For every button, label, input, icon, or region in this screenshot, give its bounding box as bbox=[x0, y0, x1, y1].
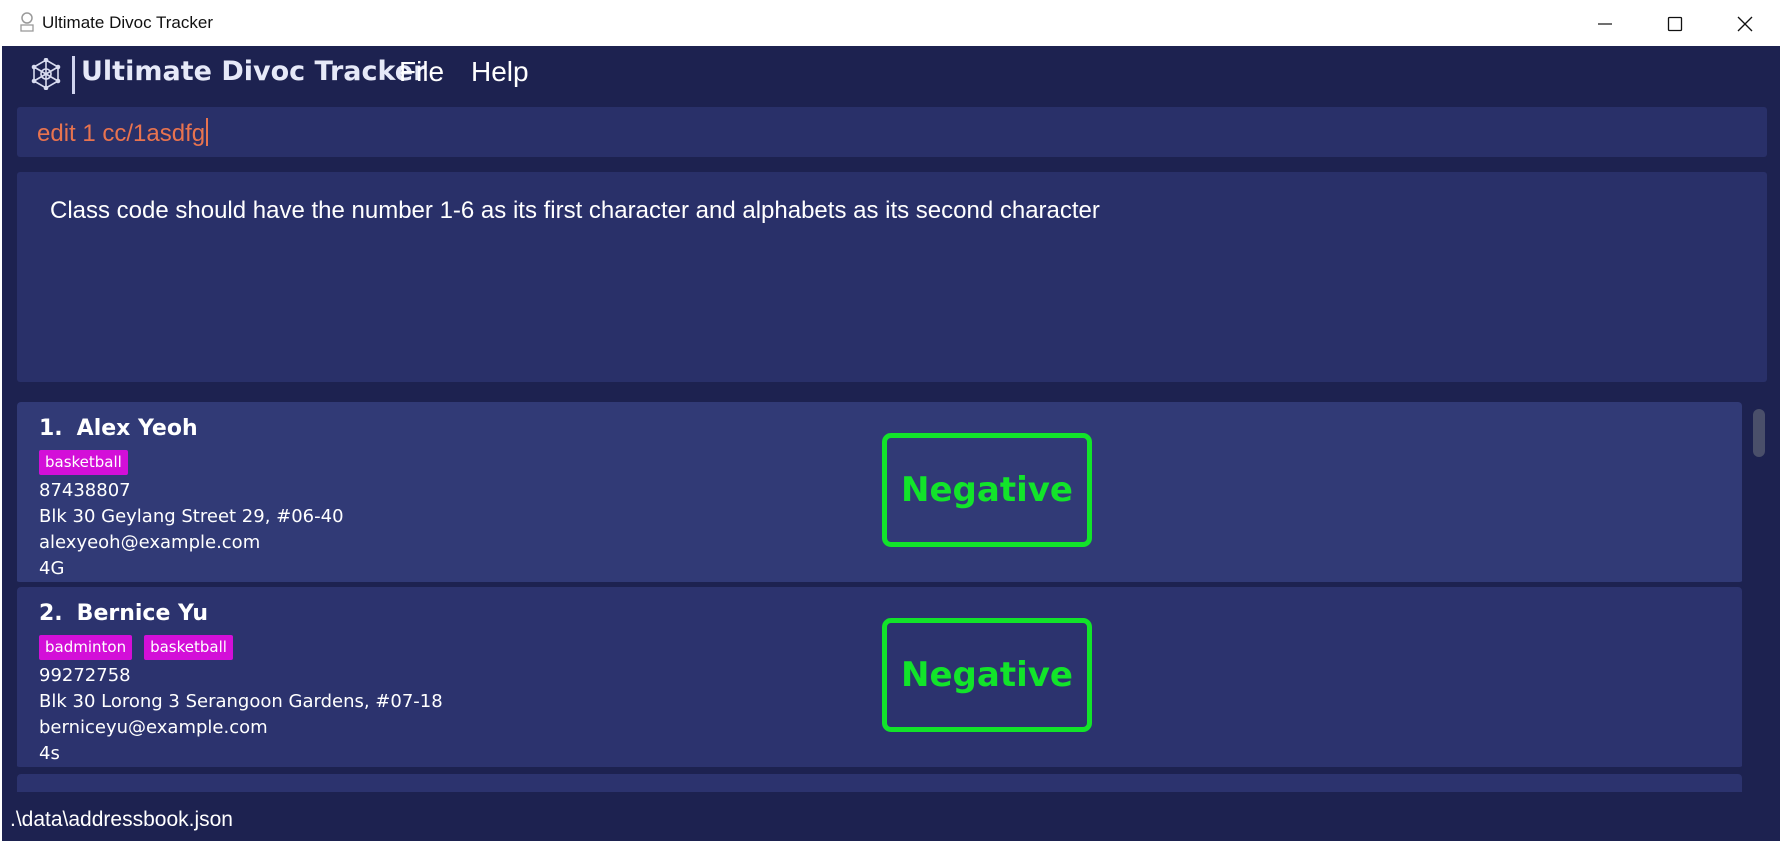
menu-bar: Ultimate Divoc Tracker File Help bbox=[2, 46, 1780, 106]
close-button[interactable] bbox=[1710, 2, 1780, 46]
minimize-icon bbox=[1598, 23, 1612, 25]
app-icon bbox=[17, 11, 37, 33]
covid-status-badge: Negative bbox=[882, 618, 1092, 732]
text-caret bbox=[206, 118, 209, 146]
list-scrollbar-thumb[interactable] bbox=[1753, 409, 1765, 457]
window-title: Ultimate Divoc Tracker bbox=[42, 13, 213, 32]
person-name-row: 1. Alex Yeoh bbox=[39, 416, 198, 441]
person-index: 1. bbox=[39, 416, 63, 441]
menu-file[interactable]: File bbox=[399, 56, 444, 88]
logo-divider bbox=[72, 56, 75, 94]
person-name: Alex Yeoh bbox=[76, 416, 198, 441]
menu-help[interactable]: Help bbox=[471, 56, 529, 88]
person-card[interactable]: 2. Bernice Yu badminton basketball 992727… bbox=[17, 587, 1742, 770]
command-input[interactable]: edit 1 cc/1asdfg bbox=[17, 107, 1767, 157]
save-file-path: .\data\addressbook.json bbox=[10, 808, 233, 831]
tag-list: badminton basketball bbox=[39, 635, 233, 660]
person-address: Blk 30 Lorong 3 Serangoon Gardens, #07-1… bbox=[39, 691, 443, 712]
tag-list: basketball bbox=[39, 450, 128, 475]
tag: badminton bbox=[39, 635, 133, 660]
covid-status-text: Negative bbox=[901, 470, 1073, 510]
app-window: Ultimate Divoc Tracker Ultimate Divoc Tr… bbox=[2, 2, 1780, 841]
person-card-partial[interactable] bbox=[17, 774, 1742, 792]
person-index: 2. bbox=[39, 601, 63, 626]
person-email: alexyeoh@example.com bbox=[39, 532, 261, 553]
person-address: Blk 30 Geylang Street 29, #06-40 bbox=[39, 506, 344, 527]
person-name: Bernice Yu bbox=[76, 601, 209, 626]
status-bar: .\data\addressbook.json bbox=[2, 797, 1780, 841]
person-card[interactable]: 1. Alex Yeoh basketball 87438807 Blk 30 G… bbox=[17, 402, 1742, 585]
person-name-row: 2. Bernice Yu bbox=[39, 601, 208, 626]
minimize-button[interactable] bbox=[1570, 2, 1640, 46]
person-list[interactable]: 1. Alex Yeoh basketball 87438807 Blk 30 G… bbox=[17, 402, 1767, 792]
person-email: berniceyu@example.com bbox=[39, 717, 268, 738]
app-brand-title: Ultimate Divoc Tracker bbox=[81, 56, 427, 87]
person-phone: 87438807 bbox=[39, 480, 131, 501]
covid-status-text: Negative bbox=[901, 655, 1073, 695]
person-phone: 99272758 bbox=[39, 665, 131, 686]
list-scrollbar[interactable] bbox=[1750, 402, 1767, 792]
close-icon bbox=[1737, 16, 1753, 32]
command-value: edit 1 cc/1asdfg bbox=[37, 120, 206, 147]
covid-status-badge: Negative bbox=[882, 433, 1092, 547]
person-class-code: 4s bbox=[39, 743, 60, 764]
title-bar: Ultimate Divoc Tracker bbox=[2, 2, 1780, 46]
tag: basketball bbox=[39, 450, 128, 475]
result-message: Class code should have the number 1-6 as… bbox=[50, 197, 1100, 224]
result-display: Class code should have the number 1-6 as… bbox=[17, 172, 1767, 382]
tag: basketball bbox=[144, 635, 233, 660]
command-input-text: edit 1 cc/1asdfg bbox=[37, 118, 209, 148]
maximize-icon bbox=[1667, 16, 1683, 32]
app-logo-icon bbox=[30, 57, 62, 91]
person-class-code: 4G bbox=[39, 558, 65, 579]
maximize-button[interactable] bbox=[1640, 2, 1710, 46]
